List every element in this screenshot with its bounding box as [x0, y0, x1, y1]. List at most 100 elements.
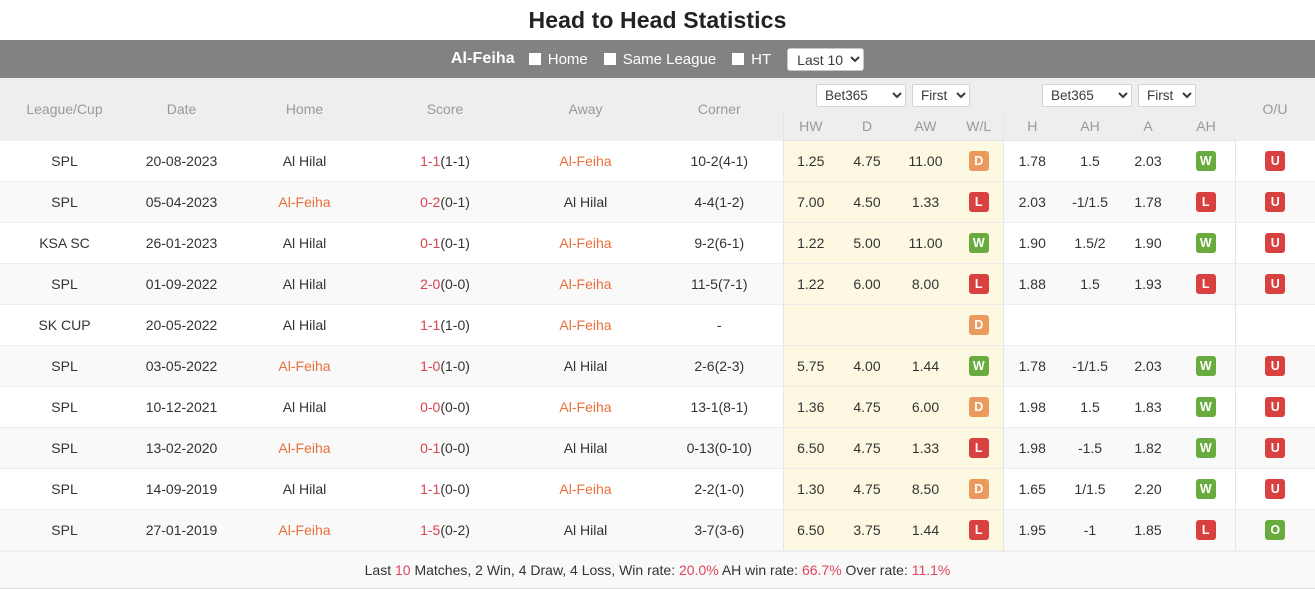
- table-row[interactable]: SPL 10-12-2021 Al Hilal 0-0(0-0) Al-Feiha 13-…: [0, 386, 1315, 428]
- cell-corner: 0-13(0-10): [656, 427, 783, 469]
- col-league: League/Cup: [0, 78, 129, 141]
- cell-home: Al Hilal: [234, 140, 375, 182]
- cell-date: 05-04-2023: [129, 181, 234, 223]
- col-wl: W/L: [955, 112, 1003, 141]
- cell-hw: 6.50: [782, 427, 838, 469]
- table-row[interactable]: SPL 14-09-2019 Al Hilal 1-1(0-0) Al-Feiha 2-2…: [0, 468, 1315, 510]
- filter-home-checkbox[interactable]: Home: [528, 50, 588, 68]
- cell-date: 01-09-2022: [129, 263, 234, 305]
- cell-away: Al-Feiha: [515, 386, 656, 428]
- table-row[interactable]: SK CUP 20-05-2022 Al Hilal 1-1(1-0) Al-Feiha…: [0, 304, 1315, 346]
- cell-a: 2.03: [1119, 140, 1177, 182]
- cell-date: 10-12-2021: [129, 386, 234, 428]
- cell-a: 1.90: [1119, 222, 1177, 264]
- cell-score: 0-1(0-1): [375, 222, 515, 264]
- cell-ah: 1.5: [1061, 263, 1119, 305]
- cell-date: 03-05-2022: [129, 345, 234, 387]
- table-row[interactable]: SPL 27-01-2019 Al-Feiha 1-5(0-2) Al Hilal 3-7…: [0, 509, 1315, 551]
- col-date: Date: [129, 78, 234, 141]
- table-row[interactable]: SPL 01-09-2022 Al Hilal 2-0(0-0) Al-Feiha 11-…: [0, 263, 1315, 305]
- cell-league: SPL: [0, 181, 129, 223]
- cell-ah-result: W: [1177, 468, 1235, 510]
- cell-aw: 1.44: [896, 509, 955, 551]
- cell-aw: 1.33: [896, 427, 955, 469]
- cell-corner: 2-6(2-3): [656, 345, 783, 387]
- ah-period-select[interactable]: FirstLiveFinal: [1138, 83, 1196, 107]
- cell-ah-result: L: [1177, 181, 1235, 223]
- cell-ah: -1: [1061, 509, 1119, 551]
- checkbox-box-home[interactable]: [528, 53, 541, 65]
- ou-badge: U: [1265, 150, 1286, 171]
- cell-score: 2-0(0-0): [375, 263, 515, 305]
- ou-badge: O: [1265, 520, 1286, 540]
- cell-aw: 8.00: [896, 263, 955, 305]
- cell-h: [1002, 304, 1061, 346]
- filter-home-label: Home: [547, 50, 588, 68]
- wl-badge: L: [968, 192, 989, 212]
- cell-aw: 8.50: [896, 468, 955, 510]
- cell-h: 1.98: [1002, 427, 1061, 469]
- match-range-select[interactable]: Last 10Last 20All: [787, 47, 865, 71]
- cell-h: 1.95: [1002, 509, 1061, 551]
- cell-ah: 1/1.5: [1061, 468, 1119, 510]
- cell-aw: 1.33: [896, 181, 955, 223]
- cell-home: Al Hilal: [234, 222, 375, 264]
- checkbox-box-same-league[interactable]: [603, 53, 616, 65]
- cell-ou: U: [1234, 345, 1315, 387]
- cell-corner: 13-1(8-1): [656, 386, 783, 428]
- filter-same-league-checkbox[interactable]: Same League: [603, 51, 716, 68]
- filter-ht-checkbox[interactable]: HT: [732, 51, 771, 68]
- summary-footer: Last 10 Matches, 2 Win, 4 Draw, 4 Loss, …: [0, 551, 1315, 589]
- col-corner: Corner: [656, 78, 783, 141]
- cell-wl: L: [955, 509, 1003, 551]
- cell-ah-result: L: [1177, 263, 1235, 305]
- ou-badge: U: [1265, 274, 1286, 294]
- cell-d: 3.75: [838, 509, 896, 551]
- cell-a: 1.85: [1119, 509, 1177, 551]
- cell-score: 1-1(1-0): [375, 304, 515, 346]
- filter-bar: Al-Feiha Home Same League HT Last 10Last…: [0, 40, 1315, 78]
- cell-league: SK CUP: [0, 304, 129, 346]
- filter-team-name: Al-Feiha: [450, 50, 515, 67]
- footer-ah-label: AH win rate:: [718, 562, 802, 578]
- ah-result-badge: W: [1195, 151, 1216, 171]
- cell-wl: L: [955, 427, 1003, 469]
- cell-ah-result: W: [1177, 222, 1235, 264]
- cell-score: 1-0(1-0): [375, 345, 515, 387]
- odds-bookmaker-select[interactable]: Bet365CrownMacauslotEasybets: [816, 83, 906, 107]
- table-row[interactable]: SPL 13-02-2020 Al-Feiha 0-1(0-0) Al Hilal 0-1…: [0, 427, 1315, 469]
- cell-date: 20-08-2023: [129, 140, 234, 182]
- odds-period-select[interactable]: FirstLiveFinal: [912, 83, 970, 107]
- table-row[interactable]: KSA SC 26-01-2023 Al Hilal 0-1(0-1) Al-Feiha…: [0, 222, 1315, 264]
- cell-d: 4.75: [838, 468, 896, 510]
- cell-ah-result: [1177, 304, 1235, 346]
- col-home: Home: [234, 78, 375, 141]
- cell-aw: 11.00: [896, 222, 955, 264]
- cell-ah: -1/1.5: [1061, 181, 1119, 223]
- wl-badge: W: [968, 356, 989, 376]
- cell-corner: 11-5(7-1): [656, 263, 783, 305]
- cell-h: 1.78: [1002, 345, 1061, 387]
- cell-d: 6.00: [838, 263, 896, 305]
- checkbox-box-ht[interactable]: [732, 53, 745, 65]
- cell-wl: D: [955, 468, 1003, 510]
- col-ah2: AH: [1177, 112, 1235, 141]
- ah-bookmaker-select[interactable]: Bet365CrownMacauslotEasybets: [1042, 83, 1132, 107]
- cell-home: Al-Feiha: [234, 427, 375, 469]
- cell-a: 1.83: [1119, 386, 1177, 428]
- h2h-table: League/Cup Date Home Score Away Corner B…: [0, 78, 1315, 551]
- table-row[interactable]: SPL 03-05-2022 Al-Feiha 1-0(1-0) Al Hilal 2-6…: [0, 345, 1315, 387]
- col-h: H: [1002, 112, 1061, 141]
- filter-ht-label: HT: [751, 50, 772, 68]
- cell-away: Al Hilal: [515, 345, 656, 387]
- table-row[interactable]: SPL 20-08-2023 Al Hilal 1-1(1-1) Al-Feiha 10-…: [0, 140, 1315, 182]
- cell-league: SPL: [0, 345, 129, 387]
- cell-ou: O: [1234, 509, 1315, 551]
- cell-a: 1.82: [1119, 427, 1177, 469]
- table-row[interactable]: SPL 05-04-2023 Al-Feiha 0-2(0-1) Al Hilal 4-4…: [0, 181, 1315, 223]
- ou-badge: U: [1265, 356, 1286, 376]
- cell-away: Al Hilal: [515, 181, 656, 223]
- ah-selectors-cell: Bet365CrownMacauslotEasybets FirstLiveFi…: [1003, 78, 1235, 112]
- cell-h: 1.65: [1002, 468, 1061, 510]
- ou-badge: U: [1265, 479, 1286, 499]
